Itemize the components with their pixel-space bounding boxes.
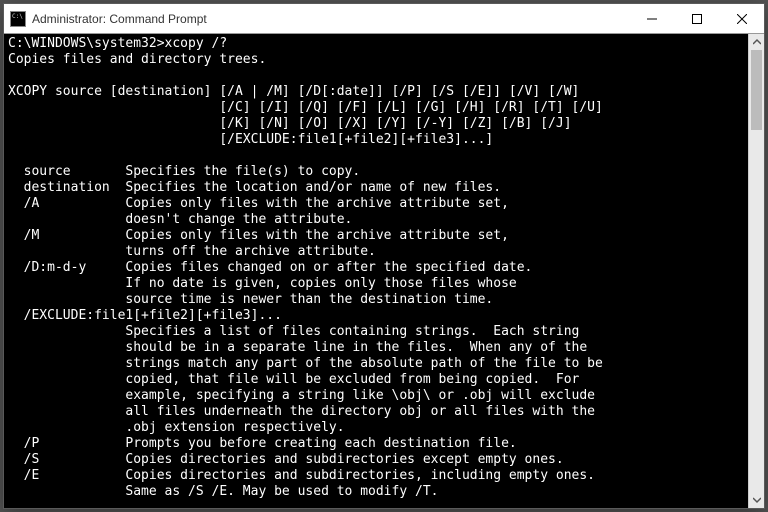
maximize-icon <box>692 14 702 24</box>
command-prompt-window: Administrator: Command Prompt C:\WINDOWS… <box>3 3 765 509</box>
close-button[interactable] <box>719 4 764 33</box>
chevron-down-icon <box>753 496 761 504</box>
terminal-output[interactable]: C:\WINDOWS\system32>xcopy /? Copies file… <box>4 34 748 508</box>
cmd-icon <box>10 11 26 27</box>
window-controls <box>629 4 764 33</box>
scroll-thumb[interactable] <box>751 50 762 130</box>
terminal-area: C:\WINDOWS\system32>xcopy /? Copies file… <box>4 34 764 508</box>
maximize-button[interactable] <box>674 4 719 33</box>
close-icon <box>737 14 747 24</box>
scrollbar[interactable] <box>748 34 764 508</box>
scroll-down-button[interactable] <box>749 492 764 508</box>
titlebar[interactable]: Administrator: Command Prompt <box>4 4 764 34</box>
window-title: Administrator: Command Prompt <box>32 12 629 26</box>
scroll-track[interactable] <box>749 50 764 492</box>
minimize-button[interactable] <box>629 4 674 33</box>
scroll-up-button[interactable] <box>749 34 764 50</box>
chevron-up-icon <box>753 38 761 46</box>
minimize-icon <box>647 14 657 24</box>
